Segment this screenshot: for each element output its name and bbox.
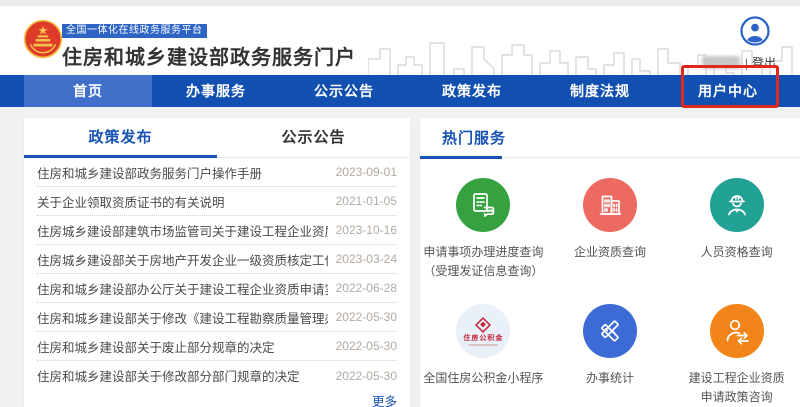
person-transfer-icon bbox=[709, 304, 764, 359]
user-avatar-icon[interactable] bbox=[740, 16, 770, 46]
housing-fund-logo-subtext-bar bbox=[468, 344, 499, 347]
nav-item-announcements[interactable]: 公示公告 bbox=[280, 75, 408, 107]
news-title[interactable]: 住房和城乡建设部关于修改《建设工程勘察质量管理办法》的... bbox=[37, 308, 328, 327]
news-date: 2022-06-28 bbox=[335, 281, 397, 295]
tab-policy-release[interactable]: 政策发布 bbox=[24, 118, 217, 158]
national-emblem-logo bbox=[23, 19, 63, 59]
news-row[interactable]: 住房和城乡建设部关于修改《建设工程勘察质量管理办法》的... 2022-05-3… bbox=[37, 303, 397, 332]
logout-link[interactable]: 登出 bbox=[752, 54, 776, 71]
nav-item-policy[interactable]: 政策发布 bbox=[408, 75, 536, 107]
main-nav: 首页 办事服务 公示公告 政策发布 制度法规 用户中心 bbox=[0, 75, 800, 107]
site-header: 全国一体化在线政务服务平台 住房和城乡建设部政务服务门户 | 登出 bbox=[0, 6, 800, 81]
news-row[interactable]: 住房和城乡建设部政务服务门户操作手册 2023-09-01 bbox=[37, 158, 397, 187]
nav-item-user-center[interactable]: 用户中心 bbox=[664, 75, 792, 107]
service-personnel-qualification[interactable]: 人员资格查询 bbox=[673, 178, 800, 280]
news-row[interactable]: 住房城乡建设部关于房地产开发企业一级资质核定工作的补充... 2023-03-2… bbox=[37, 245, 397, 274]
calculator-chat-icon bbox=[456, 178, 511, 232]
user-separator: | bbox=[744, 55, 748, 70]
nav-item-home[interactable]: 首页 bbox=[24, 75, 152, 107]
service-statistics[interactable]: 办事统计 bbox=[547, 304, 674, 406]
news-date: 2021-01-05 bbox=[335, 194, 397, 208]
housing-fund-logo: 住房公积金 bbox=[456, 304, 511, 359]
news-row[interactable]: 住房城乡建设部建筑市场监管司关于建设工程企业资质延续有... 2023-10-1… bbox=[37, 216, 397, 245]
platform-badge: 全国一体化在线政务服务平台 bbox=[62, 24, 207, 38]
nav-item-services[interactable]: 办事服务 bbox=[152, 75, 280, 107]
news-title[interactable]: 关于企业领取资质证书的有关说明 bbox=[37, 192, 225, 211]
policy-panel: 政策发布 公示公告 住房和城乡建设部政务服务门户操作手册 2023-09-01 … bbox=[24, 118, 410, 407]
news-title[interactable]: 住房和城乡建设部办公厅关于建设工程企业资质申请实行无纸... bbox=[37, 279, 328, 298]
news-date: 2022-05-30 bbox=[335, 310, 397, 324]
service-housing-fund-miniapp[interactable]: 住房公积金 全国住房公积金小程序 bbox=[420, 304, 547, 406]
news-date: 2022-05-30 bbox=[335, 339, 397, 353]
news-title[interactable]: 住房和城乡建设部关于修改部分部门规章的决定 bbox=[37, 366, 300, 385]
news-date: 2023-10-16 bbox=[335, 223, 397, 237]
worker-helmet-icon bbox=[709, 178, 764, 232]
news-title[interactable]: 住房城乡建设部建筑市场监管司关于建设工程企业资质延续有... bbox=[37, 221, 328, 240]
more-link[interactable]: 更多 bbox=[372, 395, 397, 407]
site-title: 住房和城乡建设部政务服务门户 bbox=[62, 47, 356, 69]
news-row[interactable]: 住房和城乡建设部关于废止部分规章的决定 2022-05-30 bbox=[37, 332, 397, 361]
news-date: 2022-05-30 bbox=[335, 368, 397, 383]
housing-fund-logo-text: 住房公积金 bbox=[463, 335, 504, 343]
news-list: 住房和城乡建设部政务服务门户操作手册 2023-09-01 关于企业领取资质证书… bbox=[24, 158, 410, 390]
hot-services-panel: 热门服务 申请事项办理进度查询 （受理发证信息查询） 企业资质查询 人员资格查询… bbox=[420, 118, 800, 407]
hot-services-title: 热门服务 bbox=[420, 118, 800, 159]
service-enterprise-qualification[interactable]: 企业资质查询 bbox=[547, 178, 674, 280]
news-row[interactable]: 关于企业领取资质证书的有关说明 2021-01-05 bbox=[37, 187, 397, 216]
service-label: 企业资质查询 bbox=[573, 245, 646, 259]
news-title[interactable]: 住房城乡建设部关于房地产开发企业一级资质核定工作的补充... bbox=[37, 250, 328, 269]
user-area: | 登出 bbox=[701, 16, 776, 71]
tab-public-notice[interactable]: 公示公告 bbox=[217, 118, 410, 158]
policy-tabs: 政策发布 公示公告 bbox=[24, 118, 410, 158]
brand-block: 全国一体化在线政务服务平台 住房和城乡建设部政务服务门户 bbox=[62, 20, 356, 70]
service-qualification-policy-consult[interactable]: 建设工程企业资质 申请政策咨询 bbox=[673, 304, 800, 406]
service-label: 人员资格查询 bbox=[700, 245, 773, 259]
stats-tools-icon bbox=[582, 304, 637, 359]
news-row[interactable]: 住房和城乡建设部办公厅关于建设工程企业资质申请实行无纸... 2022-06-2… bbox=[37, 274, 397, 303]
service-label: 申请事项办理进度查询 （受理发证信息查询） bbox=[423, 245, 544, 278]
service-label: 建设工程企业资质 申请政策咨询 bbox=[688, 371, 785, 404]
news-row[interactable]: 住房和城乡建设部关于修改部分部门规章的决定 2022-05-30 bbox=[37, 361, 397, 390]
services-grid: 申请事项办理进度查询 （受理发证信息查询） 企业资质查询 人员资格查询 住房公积… bbox=[420, 158, 800, 406]
username-redacted bbox=[701, 56, 740, 69]
more-row: 更多 bbox=[24, 390, 410, 407]
news-title[interactable]: 住房和城乡建设部政务服务门户操作手册 bbox=[37, 163, 262, 182]
nav-item-regulations[interactable]: 制度法规 bbox=[536, 75, 664, 107]
news-title[interactable]: 住房和城乡建设部关于废止部分规章的决定 bbox=[37, 337, 275, 356]
news-date: 2023-03-24 bbox=[335, 252, 397, 266]
service-label: 办事统计 bbox=[585, 371, 634, 386]
building-icon bbox=[582, 178, 637, 232]
service-progress-query[interactable]: 申请事项办理进度查询 （受理发证信息查询） bbox=[420, 178, 547, 280]
service-label: 全国住房公积金小程序 bbox=[423, 371, 544, 386]
news-date: 2023-09-01 bbox=[335, 165, 397, 179]
